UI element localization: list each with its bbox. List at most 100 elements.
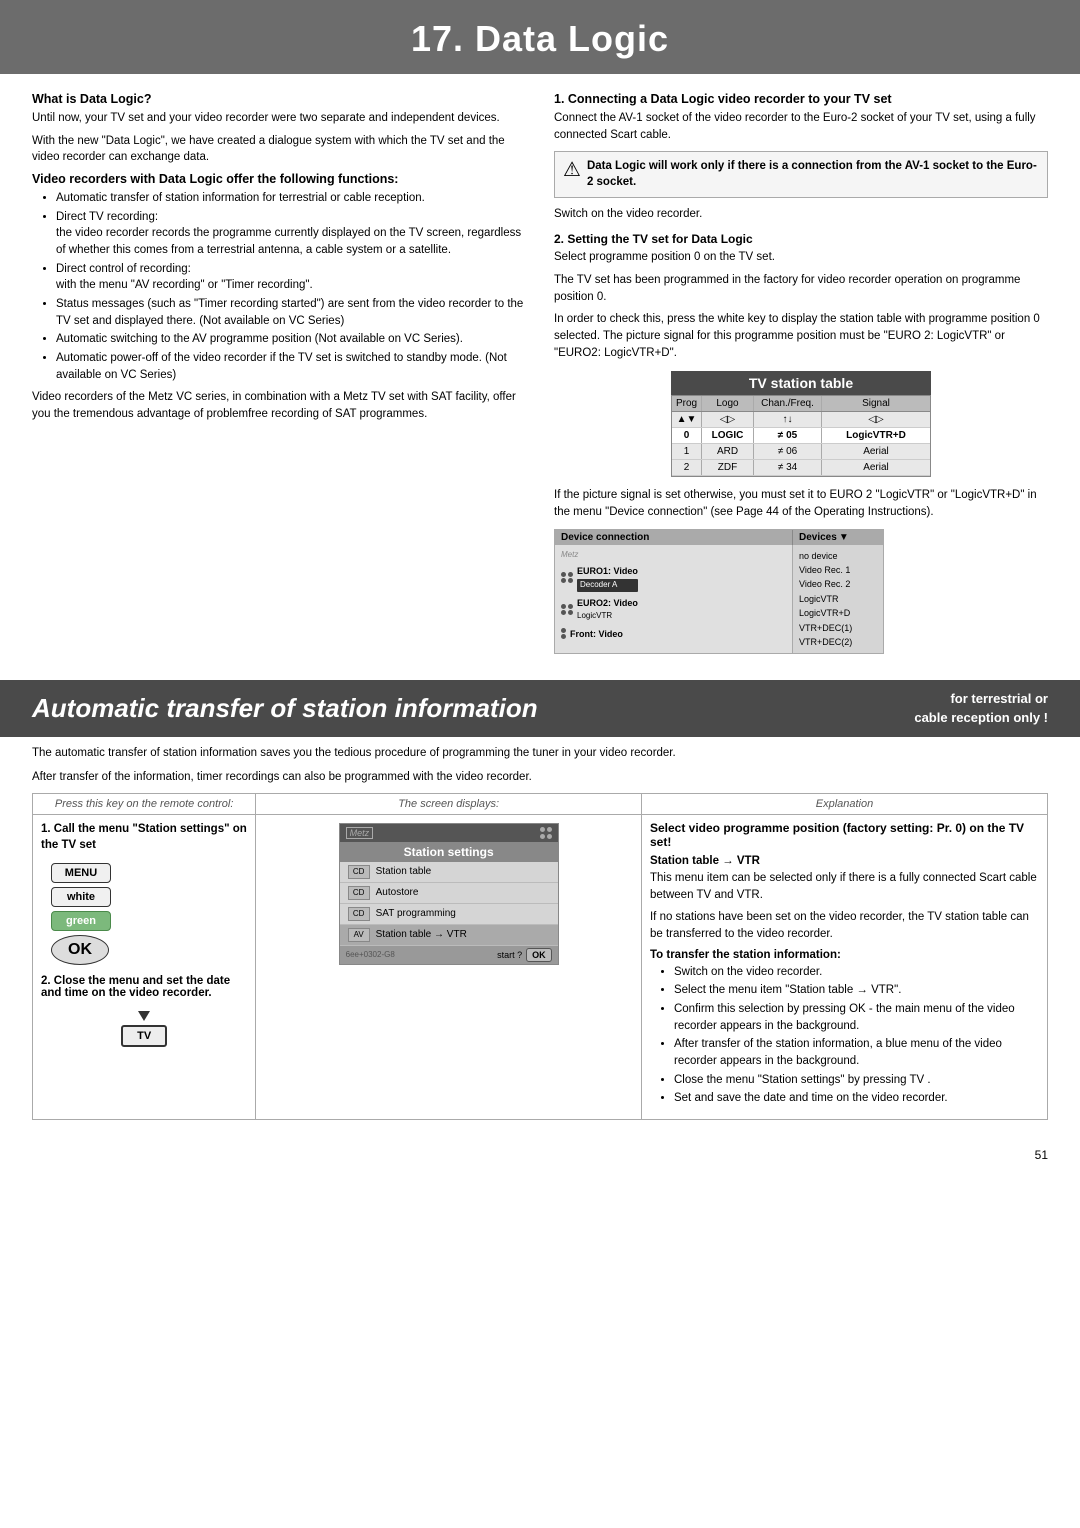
what-is-p1: Until now, your TV set and your video re…: [32, 110, 526, 127]
step1-callout: 1. Call the menu "Station settings" on t…: [41, 821, 247, 853]
last-paragraph: Video recorders of the Metz VC series, i…: [32, 389, 526, 422]
tv-station-table: TV station table Prog Logo Chan./Freq. S…: [671, 371, 931, 477]
device-opt-2: Video Rec. 1: [799, 563, 877, 577]
device-opt-6: VTR+DEC(1): [799, 621, 877, 635]
ss-row-3: CD SAT programming: [340, 904, 558, 925]
transfer-bullet-6: Set and save the date and time on the vi…: [674, 1090, 1039, 1107]
step2-label: 2. Close the menu and set the date and t…: [41, 975, 247, 999]
station-table-vtr-heading: Station table → VTR: [650, 855, 1039, 867]
bullet-6: Automatic switching to the AV programme …: [56, 331, 526, 348]
metz-logo: Metz: [346, 827, 374, 839]
device-opt-3: Video Rec. 2: [799, 577, 877, 591]
device-opt-5: LogicVTR+D: [799, 606, 877, 620]
device-conn-right-header: Devices ▼: [793, 530, 883, 545]
col-header-1: Press this key on the remote control:: [33, 793, 256, 814]
vr-functions-list: Automatic transfer of station informatio…: [42, 190, 526, 383]
ok-key[interactable]: OK: [51, 935, 109, 965]
ss-footer-start: start ?: [497, 950, 522, 960]
warning-icon: ⚠: [563, 160, 581, 180]
device-connection-graphic: Device connection Devices ▼ Metz: [554, 529, 884, 655]
menu-keys: MENU white green OK: [51, 863, 247, 965]
what-is-p2: With the new "Data Logic", we have creat…: [32, 133, 526, 166]
ss-footer-ok-btn[interactable]: OK: [526, 948, 552, 962]
ss-row-icon-4: AV: [348, 928, 370, 942]
device-conn-right-body: no device Video Rec. 1 Video Rec. 2 Logi…: [793, 545, 883, 654]
ss-row-2: CD Autostore: [340, 883, 558, 904]
bullet-2: Direct TV recording: the video recorder …: [56, 209, 526, 259]
auto-transfer-subtitle: for terrestrial or cable reception only …: [914, 690, 1048, 726]
device-conn-body: Metz EURO1: Video Decoder A: [555, 545, 883, 654]
connecting-heading: 1. Connecting a Data Logic video recorde…: [554, 92, 1048, 106]
setting-p3: In order to check this, press the white …: [554, 311, 1048, 361]
device-conn-left-body: Metz EURO1: Video Decoder A: [555, 545, 793, 654]
menu-key[interactable]: MENU: [51, 863, 111, 883]
page-title-bar: 17. Data Logic: [0, 0, 1080, 74]
transfer-bullet-5: Close the menu "Station settings" by pre…: [674, 1072, 1039, 1089]
device-row-front: Front: Video: [561, 627, 786, 641]
tv-st-row-arrows: ▲▼ ◁▷ ↑↓ ◁▷: [672, 412, 930, 428]
device-row-euro1: EURO1: Video Decoder A: [561, 564, 786, 591]
col-logo-header: Logo: [702, 396, 754, 411]
green-key[interactable]: green: [51, 911, 111, 931]
device-conn-header: Device connection Devices ▼: [555, 530, 883, 545]
station-table-vtr-desc: This menu item can be selected only if t…: [650, 870, 1039, 903]
ss-row-1: CD Station table: [340, 862, 558, 883]
page-number: 51: [0, 1140, 1080, 1166]
ss-footer: 6ee+0302-G8 start ? OK: [340, 946, 558, 964]
tv-st-row-1: 1 ARD ≠ 06 Aerial: [672, 444, 930, 460]
ss-row-label-4: Station table → VTR: [376, 929, 550, 940]
col-chan-header: Chan./Freq.: [754, 396, 822, 411]
ss-footer-info: 6ee+0302-G8: [346, 950, 395, 959]
chevron-down-icon: ▼: [839, 532, 849, 543]
bullet-1: Automatic transfer of station informatio…: [56, 190, 526, 207]
ss-row-4: AV Station table → VTR: [340, 925, 558, 946]
bottom-content: The automatic transfer of station inform…: [0, 737, 1080, 1140]
transfer-bullet-3: Confirm this selection by pressing OK - …: [674, 1001, 1039, 1034]
transfer-heading: To transfer the station information:: [650, 949, 1039, 961]
page-title: 17. Data Logic: [0, 18, 1080, 60]
col-header-3: Explanation: [641, 793, 1047, 814]
what-is-heading: What is Data Logic?: [32, 92, 526, 106]
step1-right-heading: Select video programme position (factory…: [650, 821, 1039, 849]
col-signal-header: Signal: [822, 396, 930, 411]
white-key[interactable]: white: [51, 887, 111, 907]
bottom-intro-1: The automatic transfer of station inform…: [32, 745, 1048, 761]
step1-left-cell: 1. Call the menu "Station settings" on t…: [33, 814, 256, 1119]
transfer-bullet-4: After transfer of the station informatio…: [674, 1036, 1039, 1069]
device-opt-7: VTR+DEC(2): [799, 635, 877, 649]
ss-row-label-3: SAT programming: [376, 908, 550, 919]
device-conn-left-header: Device connection: [555, 530, 793, 545]
right-column: 1. Connecting a Data Logic video recorde…: [554, 92, 1048, 662]
warning-block: ⚠ Data Logic will work only if there is …: [554, 151, 1048, 197]
station-settings-img: Metz Station settings CD Station table C…: [339, 823, 559, 965]
transfer-bullets-list: Switch on the video recorder. Select the…: [660, 964, 1039, 1107]
device-p1: If the picture signal is set otherwise, …: [554, 487, 1048, 520]
ss-row-icon-3: CD: [348, 907, 370, 921]
auto-transfer-title: Automatic transfer of station informatio…: [32, 693, 914, 724]
auto-transfer-banner: Automatic transfer of station informatio…: [0, 680, 1080, 736]
three-col-content-row: 1. Call the menu "Station settings" on t…: [33, 814, 1048, 1119]
bullet-4: Direct control of recording: with the me…: [56, 261, 526, 294]
device-opt-4: LogicVTR: [799, 592, 877, 606]
ss-header: Metz: [340, 824, 558, 842]
transfer-bullet-2: Select the menu item "Station table → VT…: [674, 982, 1039, 999]
main-content: What is Data Logic? Until now, your TV s…: [0, 74, 1080, 672]
arrow-down-icon: [138, 1011, 150, 1021]
col-header-2: The screen displays:: [256, 793, 642, 814]
setting-p1: Select programme position 0 on the TV se…: [554, 249, 1048, 266]
tv-station-table-title: TV station table: [671, 371, 931, 395]
bullet-5: Status messages (such as "Timer recordin…: [56, 296, 526, 329]
setting-p2: The TV set has been programmed in the fa…: [554, 272, 1048, 305]
setting-heading: 2. Setting the TV set for Data Logic: [554, 232, 1048, 246]
ss-header-dots: [540, 827, 552, 839]
tv-box: TV: [121, 1025, 167, 1047]
device-opt-1: no device: [799, 549, 877, 563]
ss-row-label-2: Autostore: [376, 887, 550, 898]
switch-on: Switch on the video recorder.: [554, 206, 1048, 223]
transfer-bullet-1: Switch on the video recorder.: [674, 964, 1039, 981]
warning-text: Data Logic will work only if there is a …: [587, 158, 1039, 190]
station-settings-cell: Metz Station settings CD Station table C…: [256, 814, 642, 1119]
tv-station-table-inner: Prog Logo Chan./Freq. Signal ▲▼ ◁▷ ↑↓ ◁▷…: [671, 395, 931, 477]
three-col-header-row: Press this key on the remote control: Th…: [33, 793, 1048, 814]
ss-row-icon-1: CD: [348, 865, 370, 879]
